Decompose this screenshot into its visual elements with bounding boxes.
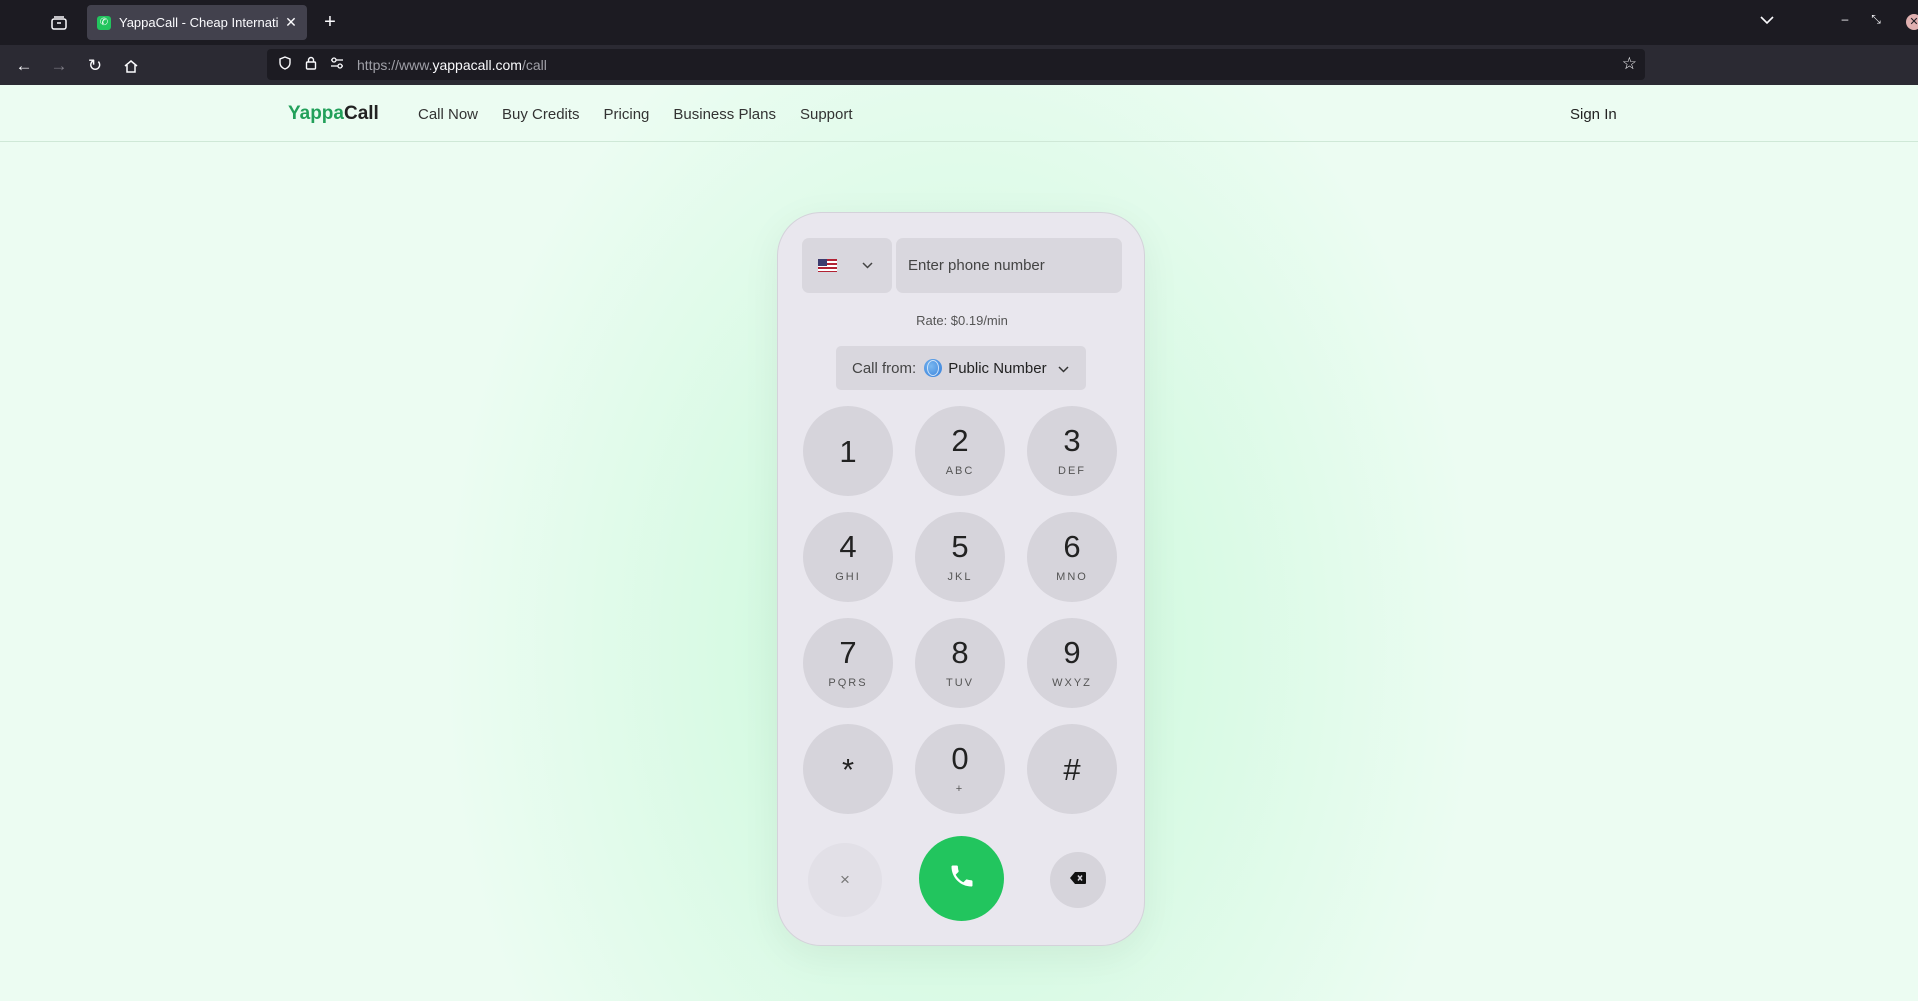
- url-domain: yappacall.com: [432, 56, 522, 73]
- lock-icon[interactable]: [303, 56, 319, 73]
- keypad-key-9[interactable]: 9 WXYZ: [1027, 618, 1117, 708]
- keypad-key-0[interactable]: 0 +: [915, 724, 1005, 814]
- menu-item-call-now[interactable]: Call Now: [418, 106, 478, 123]
- menu-item-pricing[interactable]: Pricing: [604, 106, 650, 123]
- minimize-window-icon[interactable]: –: [1837, 12, 1853, 26]
- forward-arrow-icon[interactable]: →: [48, 55, 70, 77]
- backspace-icon: [1070, 871, 1086, 889]
- reload-icon[interactable]: ↻: [84, 55, 106, 77]
- browser-tab-active[interactable]: ✆ YappaCall - Cheap Internatio ✕: [87, 5, 307, 40]
- chevron-down-icon: [862, 258, 873, 272]
- key-digit: 7: [839, 635, 857, 670]
- keypad-key-2[interactable]: 2 ABC: [915, 406, 1005, 496]
- site-logo[interactable]: YappaCall: [288, 103, 379, 125]
- chevron-down-icon: [1058, 362, 1069, 376]
- phone-number-input[interactable]: [896, 238, 1122, 293]
- key-digit: *: [841, 751, 855, 787]
- country-select[interactable]: [802, 238, 892, 293]
- key-digit: 6: [1063, 529, 1081, 564]
- restore-window-icon[interactable]: ⤡: [1868, 12, 1884, 27]
- key-digit: 0: [951, 741, 969, 776]
- key-letters: ABC: [945, 465, 975, 477]
- phone-icon: [948, 862, 976, 895]
- key-digit: 9: [1063, 635, 1081, 670]
- key-letters: WXYZ: [1052, 677, 1092, 689]
- call-from-select[interactable]: Call from: Public Number: [836, 346, 1086, 390]
- logo-part-call: Call: [343, 103, 379, 124]
- menu-item-business-plans[interactable]: Business Plans: [673, 106, 776, 123]
- logo-part-yappa: Yappa: [288, 103, 344, 124]
- key-digit: 8: [951, 635, 969, 670]
- tabs-chevron-down-icon[interactable]: [1760, 12, 1774, 28]
- key-letters: PQRS: [828, 677, 868, 689]
- key-digit: 5: [951, 529, 969, 564]
- key-letters: GHI: [835, 571, 861, 583]
- call-from-value: Public Number: [948, 359, 1047, 377]
- keypad-key-7[interactable]: 7 PQRS: [803, 618, 893, 708]
- key-letters: DEF: [1058, 465, 1086, 477]
- key-letters: JKL: [947, 571, 973, 583]
- main-menu: Call Now Buy Credits Pricing Business Pl…: [418, 106, 853, 123]
- url-path: /call: [521, 56, 547, 73]
- backspace-button[interactable]: [1050, 852, 1106, 908]
- key-digit: #: [1063, 751, 1081, 787]
- phone-dialer: Rate: $0.19/min Call from: Public Number…: [777, 212, 1145, 946]
- keypad-key-1[interactable]: 1: [803, 406, 893, 496]
- key-digit: 1: [839, 433, 857, 469]
- close-window-icon[interactable]: ✕: [1906, 14, 1918, 30]
- keypad-key-hash[interactable]: #: [1027, 724, 1117, 814]
- url-text[interactable]: https://www.yappacall.com/call: [357, 57, 547, 73]
- page-content: YappaCall Call Now Buy Credits Pricing B…: [0, 85, 1918, 1001]
- keypad-key-3[interactable]: 3 DEF: [1027, 406, 1117, 496]
- key-digit: 4: [839, 529, 857, 564]
- globe-icon: [924, 359, 943, 377]
- key-letters: MNO: [1056, 571, 1088, 583]
- permissions-icon[interactable]: [329, 57, 345, 72]
- bookmark-star-icon[interactable]: ☆: [1622, 54, 1637, 74]
- site-header: YappaCall Call Now Buy Credits Pricing B…: [0, 85, 1918, 142]
- sign-in-link[interactable]: Sign In: [1570, 106, 1617, 123]
- key-digit: 2: [951, 423, 969, 458]
- close-tab-icon[interactable]: ✕: [283, 14, 299, 31]
- close-icon: ×: [840, 870, 850, 889]
- home-icon[interactable]: [120, 55, 142, 77]
- key-letters: +: [955, 783, 965, 795]
- keypad-key-5[interactable]: 5 JKL: [915, 512, 1005, 602]
- keypad-key-6[interactable]: 6 MNO: [1027, 512, 1117, 602]
- browser-tab-strip: ✆ YappaCall - Cheap Internatio ✕ + – ⤡ ✕: [0, 0, 1918, 45]
- call-rate: Rate: $0.19/min: [916, 313, 1008, 328]
- menu-item-buy-credits[interactable]: Buy Credits: [502, 106, 580, 123]
- address-bar[interactable]: https://www.yappacall.com/call ☆: [267, 49, 1645, 80]
- browser-nav-bar: ← → ↻ https://www.yappacall.com/call ☆: [0, 45, 1918, 85]
- clear-button[interactable]: ×: [808, 843, 882, 917]
- keypad-key-4[interactable]: 4 GHI: [803, 512, 893, 602]
- call-from-label: Call from:: [852, 359, 917, 377]
- key-digit: 3: [1063, 423, 1081, 458]
- key-letters: TUV: [946, 677, 974, 689]
- phone-favicon-icon: ✆: [97, 15, 111, 30]
- menu-item-support[interactable]: Support: [800, 106, 853, 123]
- tab-overview-icon[interactable]: [48, 12, 70, 34]
- us-flag-icon: [818, 259, 837, 272]
- keypad-key-star[interactable]: *: [803, 724, 893, 814]
- shield-icon[interactable]: [277, 56, 293, 73]
- url-prefix: https://www.: [357, 56, 433, 73]
- tab-title: YappaCall - Cheap Internatio: [119, 15, 279, 30]
- call-button[interactable]: [919, 836, 1004, 921]
- keypad-key-8[interactable]: 8 TUV: [915, 618, 1005, 708]
- new-tab-plus-icon[interactable]: +: [318, 10, 342, 34]
- back-arrow-icon[interactable]: ←: [13, 55, 35, 77]
